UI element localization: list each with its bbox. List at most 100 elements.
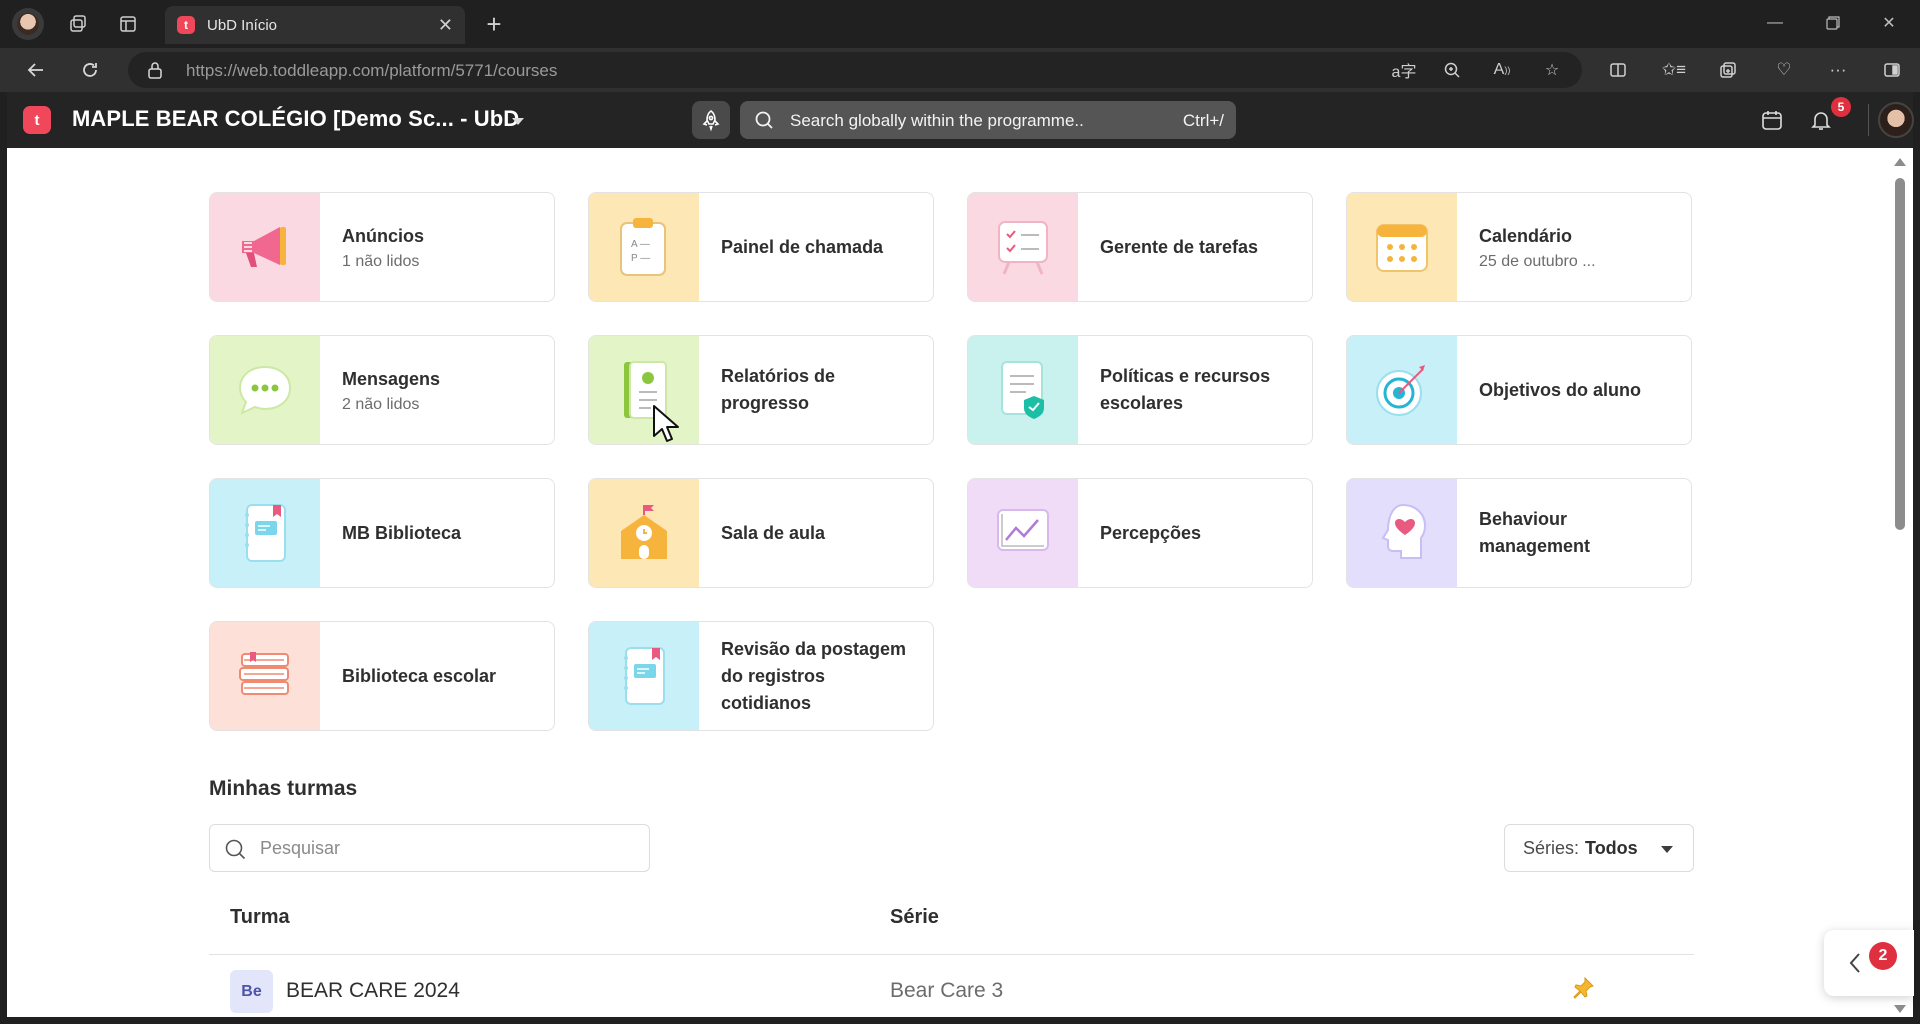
calendar-icon[interactable]	[1758, 106, 1786, 134]
user-avatar[interactable]	[1878, 102, 1914, 138]
back-icon[interactable]	[20, 54, 52, 86]
tool-card-subtitle: 1 não lidos	[342, 253, 420, 270]
collections-icon[interactable]	[1712, 56, 1744, 84]
class-search-placeholder: Pesquisar	[260, 838, 341, 858]
main-content: Anúncios 1 não lidos A — P — Painel de chama…	[7, 148, 1887, 1017]
chat-bubble-icon	[210, 336, 320, 444]
class-search-input[interactable]: Pesquisar	[209, 824, 650, 872]
zoom-icon[interactable]	[1438, 58, 1466, 82]
head-heart-icon	[1347, 479, 1457, 587]
tool-card-clipboard[interactable]: A — P — Painel de chamada	[588, 192, 934, 302]
tool-card-notebook[interactable]: MB Biblioteca	[209, 478, 555, 588]
more-menu-icon[interactable]: ···	[1822, 56, 1854, 84]
books-stack-icon	[210, 622, 320, 730]
page-scrollbar[interactable]	[1887, 148, 1913, 1017]
tab-close-icon[interactable]: ✕	[438, 15, 453, 36]
browser-essentials-icon[interactable]: ♡	[1768, 56, 1800, 84]
search-shortcut: Ctrl+/	[1182, 111, 1224, 130]
browser-tab-active[interactable]: t UbD Início ✕	[165, 6, 465, 44]
browser-window: t UbD Início ✕ + — ✕ https://web.toddlea…	[0, 0, 1920, 1024]
minimize-icon[interactable]: —	[1752, 6, 1798, 40]
notifications-badge: 5	[1831, 97, 1851, 117]
tool-card-megaphone[interactable]: Anúncios 1 não lidos	[209, 192, 555, 302]
tool-card-chat-bubble[interactable]: Mensagens 2 não lidos	[209, 335, 555, 445]
app-header: t MAPLE BEAR COLÉGIO [Demo Sc... - UbD S…	[7, 92, 1914, 148]
workspaces-icon[interactable]	[60, 8, 96, 40]
report-book-icon	[589, 336, 699, 444]
scroll-up-icon[interactable]	[1894, 158, 1906, 166]
favorite-star-icon[interactable]: ☆	[1538, 58, 1566, 82]
notebook-icon	[210, 479, 320, 587]
favorites-icon[interactable]: ✩≡	[1658, 56, 1690, 84]
toddle-logo[interactable]: t	[23, 106, 51, 134]
mouse-cursor-icon	[652, 404, 680, 449]
tab-actions-icon[interactable]	[110, 8, 146, 40]
class-name[interactable]: BEAR CARE 2024	[286, 979, 460, 1003]
tool-card-title: Biblioteca escolar	[342, 665, 497, 686]
grade-filter-dropdown[interactable]: Séries: Todos	[1504, 824, 1694, 872]
line-chart-icon	[968, 479, 1078, 587]
tool-card-title: Gerente de tarefas	[1100, 236, 1259, 257]
tool-card-target[interactable]: Objetivos do aluno	[1346, 335, 1692, 445]
column-header-class: Turma	[230, 906, 290, 928]
tool-card-school-building[interactable]: Sala de aula	[588, 478, 934, 588]
sidebar-toggle-icon[interactable]	[1876, 56, 1908, 84]
grade-filter-label: Séries:	[1523, 837, 1580, 858]
tool-card-text: Sala de aula	[699, 479, 825, 587]
search-icon	[755, 111, 773, 129]
tool-card-text: Painel de chamada	[699, 193, 883, 301]
scroll-down-icon[interactable]	[1894, 1005, 1906, 1013]
school-name[interactable]: MAPLE BEAR COLÉGIO [Demo Sc... - UbD	[72, 106, 519, 132]
tool-card-title: Políticas e recursos escolares	[1100, 366, 1271, 413]
tool-card-text: Relatórios de progresso	[699, 336, 911, 444]
tab-title: UbD Início	[207, 16, 278, 34]
rocket-icon[interactable]	[692, 101, 730, 139]
address-bar[interactable]: https://web.toddleapp.com/platform/5771/…	[128, 52, 1582, 88]
task-board-icon	[968, 193, 1078, 301]
tool-card-policy-doc[interactable]: Políticas e recursos escolares	[967, 335, 1313, 445]
tool-card-text: Biblioteca escolar	[320, 622, 496, 730]
browser-profile-avatar[interactable]	[12, 8, 44, 40]
new-tab-icon[interactable]: +	[478, 8, 510, 40]
tool-card-text: Percepções	[1078, 479, 1201, 587]
tool-card-task-board[interactable]: Gerente de tarefas	[967, 192, 1313, 302]
tool-card-books-stack[interactable]: Biblioteca escolar	[209, 621, 555, 731]
tool-card-text: Behaviour management	[1457, 479, 1669, 587]
global-search-input[interactable]: Search globally within the programme.. C…	[740, 101, 1236, 139]
tool-card-calendar[interactable]: Calendário 25 de outubro ...	[1346, 192, 1692, 302]
table-divider	[209, 954, 1694, 955]
tool-card-text: Calendário 25 de outubro ...	[1457, 193, 1596, 301]
floating-panel-toggle[interactable]: 2	[1824, 930, 1914, 996]
tool-card-head-heart[interactable]: Behaviour management	[1346, 478, 1692, 588]
tool-card-text: Gerente de tarefas	[1078, 193, 1258, 301]
read-aloud-icon[interactable]: A))	[1488, 58, 1516, 82]
policy-doc-icon	[968, 336, 1078, 444]
restore-icon[interactable]	[1810, 6, 1856, 40]
tool-card-text: Mensagens 2 não lidos	[320, 336, 440, 444]
tool-card-text: MB Biblioteca	[320, 479, 461, 587]
tool-card-text: Políticas e recursos escolares	[1078, 336, 1290, 444]
megaphone-icon	[210, 193, 320, 301]
caret-down-icon	[1661, 846, 1673, 853]
tool-card-title: Anúncios	[342, 226, 425, 246]
refresh-icon[interactable]	[74, 54, 106, 86]
calendar-icon	[1347, 193, 1457, 301]
tool-card-journal[interactable]: Revisão da postagem do registros cotidia…	[588, 621, 934, 731]
my-classes-title: Minhas turmas	[209, 777, 358, 800]
tool-card-report-book[interactable]: Relatórios de progresso	[588, 335, 934, 445]
tab-favicon: t	[177, 16, 195, 34]
header-divider	[1868, 104, 1869, 136]
tool-card-text: Objetivos do aluno	[1457, 336, 1641, 444]
global-search-placeholder: Search globally within the programme..	[790, 111, 1084, 130]
pin-icon[interactable]	[1570, 975, 1596, 1006]
translate-icon[interactable]: a字	[1390, 58, 1418, 82]
split-screen-icon[interactable]	[1602, 56, 1634, 84]
close-window-icon[interactable]: ✕	[1866, 6, 1912, 40]
lock-icon	[148, 62, 162, 79]
search-icon	[225, 839, 246, 860]
tool-card-line-chart[interactable]: Percepções	[967, 478, 1313, 588]
tool-card-text: Anúncios 1 não lidos	[320, 193, 424, 301]
scrollbar-thumb[interactable]	[1895, 178, 1905, 530]
chevron-down-icon[interactable]	[512, 118, 524, 125]
grade-filter-value: Todos	[1585, 837, 1638, 858]
